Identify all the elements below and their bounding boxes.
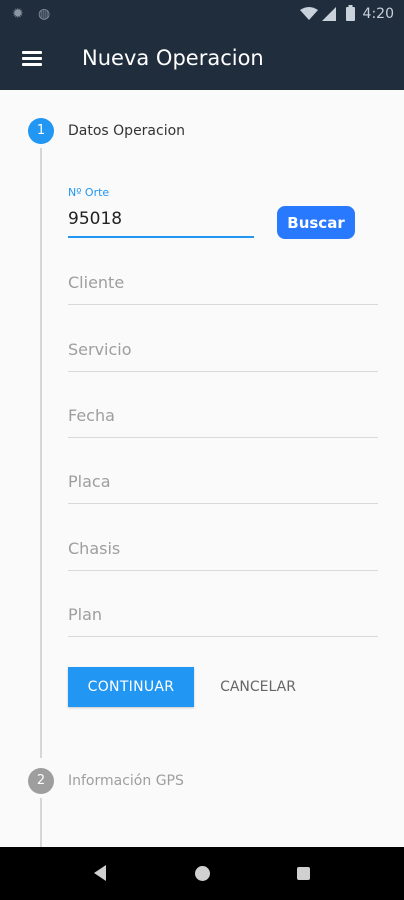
servicio-placeholder: Servicio bbox=[68, 340, 132, 359]
cliente-field[interactable]: Cliente bbox=[68, 265, 378, 305]
chasis-placeholder: Chasis bbox=[68, 539, 121, 558]
servicio-field[interactable]: Servicio bbox=[68, 332, 378, 372]
stepper-line bbox=[40, 148, 42, 758]
status-time: 4:20 bbox=[362, 6, 394, 22]
cancel-button[interactable]: CANCELAR bbox=[206, 667, 310, 707]
step-2-title[interactable]: Información GPS bbox=[68, 773, 184, 789]
step-2-indicator: 2 bbox=[28, 768, 54, 794]
search-button[interactable]: Buscar bbox=[277, 206, 355, 239]
page-title: Nueva Operacion bbox=[82, 46, 264, 70]
orte-input[interactable] bbox=[68, 202, 254, 238]
cliente-placeholder: Cliente bbox=[68, 273, 125, 292]
navigation-bar bbox=[0, 847, 404, 900]
menu-icon bbox=[22, 51, 42, 54]
step-1-title[interactable]: Datos Operacion bbox=[68, 123, 185, 139]
back-icon[interactable] bbox=[94, 865, 106, 881]
battery-icon bbox=[346, 5, 355, 25]
orte-label: Nº Orte bbox=[68, 186, 110, 199]
circle-icon: ◍ bbox=[38, 6, 51, 22]
app-bar: Nueva Operacion bbox=[0, 28, 404, 90]
status-bar: ✹ ◍ 4:20 bbox=[0, 0, 404, 28]
settings-icon: ✹ bbox=[12, 6, 24, 22]
step-1-indicator: 1 bbox=[28, 118, 54, 144]
home-icon[interactable] bbox=[195, 866, 210, 881]
menu-button[interactable] bbox=[14, 44, 50, 74]
signal-icon bbox=[322, 6, 336, 25]
continue-button[interactable]: CONTINUAR bbox=[68, 667, 194, 707]
placa-field[interactable]: Placa bbox=[68, 464, 378, 504]
content-area: 1 Datos Operacion Nº Orte Buscar Cliente… bbox=[0, 90, 404, 847]
placa-placeholder: Placa bbox=[68, 472, 111, 491]
fecha-placeholder: Fecha bbox=[68, 406, 115, 425]
recent-apps-icon[interactable] bbox=[297, 867, 310, 880]
stepper-line bbox=[40, 798, 42, 847]
plan-field[interactable]: Plan bbox=[68, 597, 378, 637]
plan-placeholder: Plan bbox=[68, 605, 103, 624]
wifi-icon bbox=[300, 6, 318, 25]
fecha-field[interactable]: Fecha bbox=[68, 398, 378, 438]
chasis-field[interactable]: Chasis bbox=[68, 531, 378, 571]
